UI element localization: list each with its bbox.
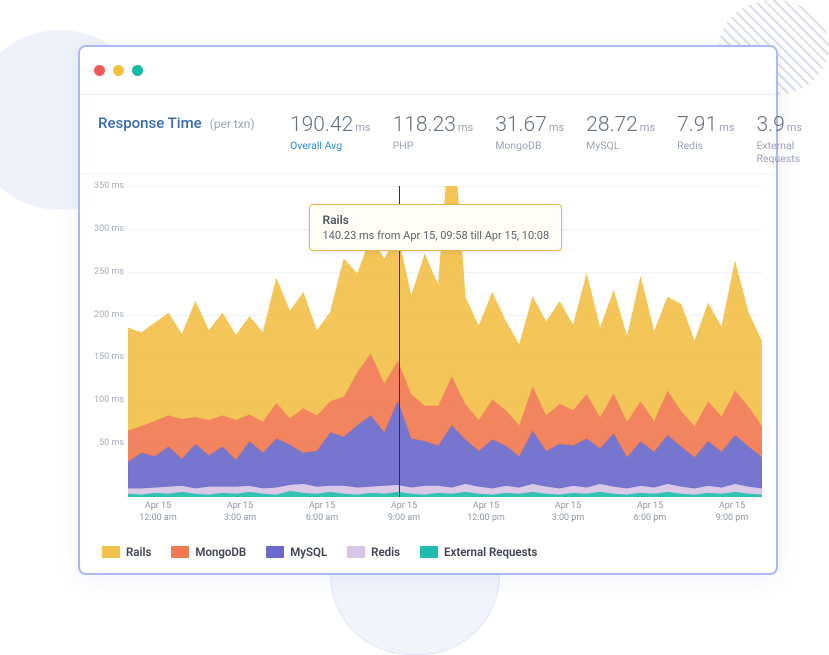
metric-label: Overall Avg xyxy=(290,139,371,152)
chart-area[interactable]: 350 ms 300 ms 250 ms 200 ms 150 ms 100 ms 50 m… xyxy=(80,174,776,535)
metric-value: 3.9 xyxy=(756,113,784,137)
chart-tooltip: Rails 140.23 ms from Apr 15, 09:58 till … xyxy=(309,204,562,251)
legend-swatch xyxy=(347,546,365,558)
legend-swatch xyxy=(171,546,189,558)
title-main: Response Time xyxy=(98,114,202,132)
legend-label: Redis xyxy=(371,545,400,559)
metric-value: 28.72 xyxy=(586,113,638,137)
x-tick-label: Apr 159:00 pm xyxy=(702,501,762,531)
legend-label: External Requests xyxy=(444,545,537,559)
legend-item-mysql[interactable]: MySQL xyxy=(266,545,327,559)
y-tick-label: 300 ms xyxy=(86,224,124,234)
metric-label: MySQL xyxy=(586,139,655,152)
window-titlebar xyxy=(80,47,776,95)
metric-redis[interactable]: 7.91ms Redis xyxy=(677,113,734,152)
y-tick-label: 50 ms xyxy=(86,438,124,448)
legend-swatch xyxy=(102,546,120,558)
app-window: Response Time (per txn) 190.42msOverall … xyxy=(78,45,778,575)
x-tick-label: Apr 156:00 pm xyxy=(620,501,680,531)
metric-unit: ms xyxy=(640,121,655,134)
metric-mongodb[interactable]: 31.67ms MongoDB xyxy=(495,113,564,152)
metric-overall-avg[interactable]: 190.42ms Overall Avg xyxy=(290,113,371,152)
x-tick-label: Apr 1512:00 am xyxy=(128,501,188,531)
tooltip-text: 140.23 ms from Apr 15, 09:58 till Apr 15… xyxy=(322,229,549,242)
metric-label: MongoDB xyxy=(495,139,564,152)
legend-label: Rails xyxy=(126,545,151,559)
legend-swatch xyxy=(420,546,438,558)
metric-value: 190.42 xyxy=(290,113,353,137)
metric-external-requests[interactable]: 3.9ms External Requests xyxy=(756,113,802,165)
metric-mysql[interactable]: 28.72ms MySQL xyxy=(586,113,655,152)
metric-value: 118.23 xyxy=(393,113,456,137)
minimize-icon[interactable] xyxy=(113,65,124,76)
metric-label: PHP xyxy=(393,139,474,152)
y-tick-label: 350 ms xyxy=(86,181,124,191)
panel-title: Response Time (per txn) xyxy=(98,113,268,132)
tooltip-series: Rails xyxy=(322,213,549,227)
metric-value: 31.67 xyxy=(495,113,547,137)
legend-item-mongodb[interactable]: MongoDB xyxy=(171,545,246,559)
metric-php[interactable]: 118.23ms PHP xyxy=(393,113,474,152)
chart-legend: Rails MongoDB MySQL Redis External Requests xyxy=(80,535,776,573)
x-tick-label: Apr 159:00 am xyxy=(374,501,434,531)
y-tick-label: 100 ms xyxy=(86,395,124,405)
x-tick-label: Apr 153:00 am xyxy=(210,501,270,531)
y-tick-label: 200 ms xyxy=(86,310,124,320)
x-tick-label: Apr 1512:00 pm xyxy=(456,501,516,531)
y-tick-label: 250 ms xyxy=(86,267,124,277)
metric-unit: ms xyxy=(355,121,370,134)
metric-label: External Requests xyxy=(756,139,802,165)
decorative-bump xyxy=(330,565,500,655)
x-tick-label: Apr 156:00 am xyxy=(292,501,352,531)
x-axis: Apr 1512:00 am Apr 153:00 am Apr 156:00 am… xyxy=(128,501,762,531)
metric-label: Redis xyxy=(677,139,734,152)
legend-label: MySQL xyxy=(290,545,327,559)
metric-unit: ms xyxy=(719,121,734,134)
close-icon[interactable] xyxy=(94,65,105,76)
legend-item-rails[interactable]: Rails xyxy=(102,545,151,559)
metrics-header: Response Time (per txn) 190.42msOverall … xyxy=(80,95,776,174)
y-tick-label: 150 ms xyxy=(86,352,124,362)
metric-value: 7.91 xyxy=(677,113,717,137)
metric-unit: ms xyxy=(549,121,564,134)
metric-unit: ms xyxy=(458,121,473,134)
legend-label: MongoDB xyxy=(195,545,246,559)
legend-item-external-requests[interactable]: External Requests xyxy=(420,545,537,559)
legend-item-redis[interactable]: Redis xyxy=(347,545,400,559)
maximize-icon[interactable] xyxy=(132,65,143,76)
title-suffix: (per txn) xyxy=(210,117,255,131)
legend-swatch xyxy=(266,546,284,558)
x-tick-label: Apr 153:00 pm xyxy=(538,501,598,531)
metric-unit: ms xyxy=(787,121,802,134)
